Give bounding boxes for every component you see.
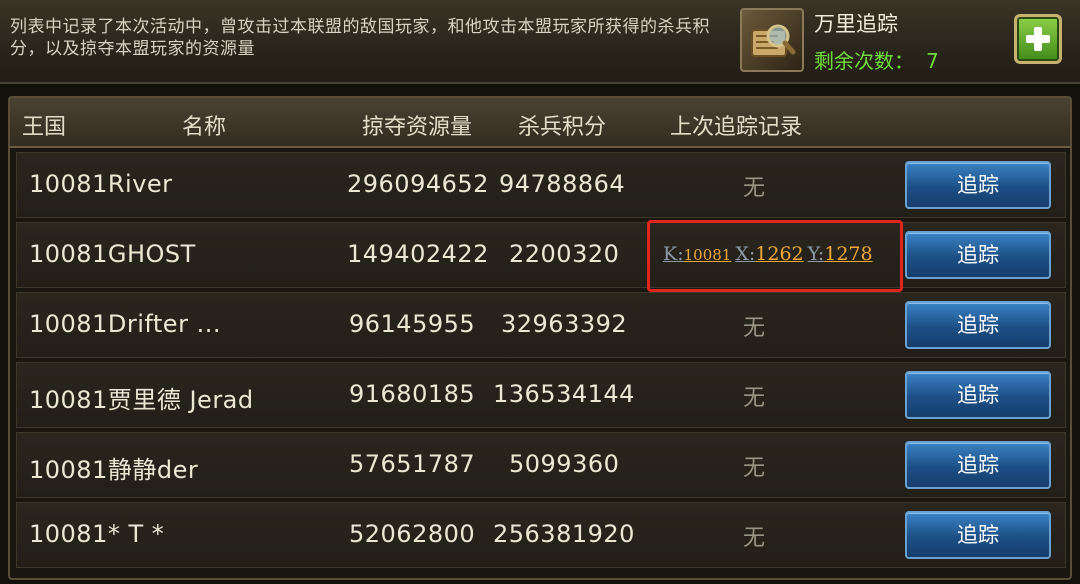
resources-value: 57651787	[349, 450, 476, 478]
track-button[interactable]: 追踪	[905, 231, 1051, 279]
player-name: 10081静静der	[29, 456, 199, 484]
track-button[interactable]: 追踪	[905, 161, 1051, 209]
table-row: 10081River 296094652 94788864 无 追踪	[16, 152, 1066, 218]
add-uses-button[interactable]	[1014, 14, 1062, 64]
map-magnifier-icon[interactable]	[740, 8, 804, 72]
col-last-track: 上次追踪记录	[670, 115, 803, 140]
player-name: 10081GHOST	[29, 240, 196, 268]
kills-value: 32963392	[501, 310, 628, 338]
item-name: 万里追踪	[814, 12, 898, 36]
last-track-none: 无	[743, 386, 766, 411]
kingdom-coord[interactable]: 10081	[684, 246, 732, 264]
x-coord[interactable]: 1262	[755, 243, 803, 265]
last-track-none: 无	[743, 316, 766, 341]
table-row: 10081* T * 52062800 256381920 无 追踪	[16, 502, 1066, 568]
track-button[interactable]: 追踪	[905, 301, 1051, 349]
table-row: 10081GHOST 149402422 2200320 K:10081 X:12…	[16, 220, 1066, 292]
header-bar: 列表中记录了本次活动中，曾攻击过本联盟的敌国玩家，和他攻击本盟玩家所获得的杀兵积…	[0, 0, 1080, 84]
resources-value: 52062800	[349, 520, 476, 548]
col-kingdom: 王国	[22, 115, 67, 140]
col-kills: 杀兵积分	[518, 115, 607, 140]
x-label: X:	[735, 243, 756, 265]
kingdom-label: K:	[663, 243, 684, 265]
resources-value: 96145955	[349, 310, 476, 338]
resources-value: 296094652	[347, 170, 489, 198]
resources-value: 91680185	[349, 380, 476, 408]
remaining-label: 剩余次数：	[814, 49, 914, 73]
remaining-value: 7	[926, 49, 939, 73]
track-button[interactable]: 追踪	[905, 371, 1051, 419]
last-track-none: 无	[743, 456, 766, 481]
kills-value: 256381920	[493, 520, 635, 548]
track-button[interactable]: 追踪	[905, 511, 1051, 559]
event-description: 列表中记录了本次活动中，曾攻击过本联盟的敌国玩家，和他攻击本盟玩家所获得的杀兵积…	[10, 17, 710, 59]
table-header: 王国 名称 掠夺资源量 杀兵积分 上次追踪记录	[10, 98, 1070, 148]
player-name: 10081River	[29, 170, 173, 198]
last-track-none: 无	[743, 176, 766, 201]
player-name: 10081Drifter ...	[29, 310, 221, 338]
player-name: 10081* T *	[29, 520, 165, 548]
col-resources: 掠夺资源量	[362, 115, 473, 140]
remaining-count: 剩余次数： 7	[814, 45, 939, 74]
y-label: Y:	[807, 243, 825, 265]
col-name: 名称	[182, 115, 227, 140]
kills-value: 5099360	[509, 450, 620, 478]
kills-value: 94788864	[499, 170, 626, 198]
resources-value: 149402422	[347, 240, 489, 268]
table-row: 10081Drifter ... 96145955 32963392 无 追踪	[16, 292, 1066, 358]
last-track-none: 无	[743, 526, 766, 551]
table-row: 10081贾里德 Jerad 91680185 136534144 无 追踪	[16, 362, 1066, 428]
table-row: 10081静静der 57651787 5099360 无 追踪	[16, 432, 1066, 498]
track-button[interactable]: 追踪	[905, 441, 1051, 489]
kills-value: 2200320	[509, 240, 620, 268]
attackers-table: 王国 名称 掠夺资源量 杀兵积分 上次追踪记录 10081River 29609…	[8, 96, 1072, 580]
last-track-coordinates[interactable]: K:10081 X:1262 Y:1278	[647, 220, 903, 292]
kills-value: 136534144	[493, 380, 635, 408]
player-name: 10081贾里德 Jerad	[29, 386, 254, 414]
y-coord[interactable]: 1278	[824, 243, 872, 265]
